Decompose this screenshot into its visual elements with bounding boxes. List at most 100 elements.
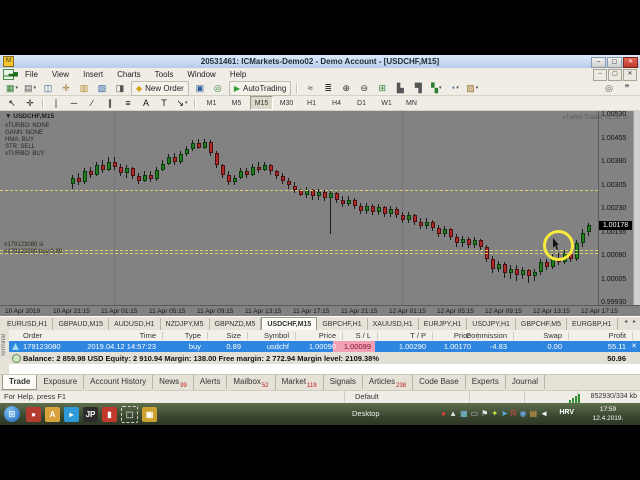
col-header-size[interactable]: Size bbox=[203, 331, 241, 340]
text-tool-icon[interactable]: A bbox=[138, 96, 154, 111]
col-header-tp[interactable]: T / P bbox=[378, 331, 426, 340]
new-chart-icon[interactable]: ▦▾ bbox=[4, 81, 20, 96]
col-header-price[interactable]: Price bbox=[286, 331, 336, 340]
col-header-type[interactable]: Type bbox=[161, 331, 201, 340]
telegram-app[interactable]: ▸ bbox=[64, 407, 79, 422]
terminal-tab-exposure[interactable]: Exposure bbox=[37, 375, 84, 389]
desktop-toolbar-label[interactable]: Desktop bbox=[352, 409, 380, 418]
arrows-tool-icon[interactable]: ↘▾ bbox=[174, 96, 190, 111]
templates-icon[interactable]: ▨▾ bbox=[464, 81, 480, 96]
symbol-tab-eurjpy[interactable]: EURJPY,H1 bbox=[419, 318, 468, 330]
menu-insert[interactable]: Insert bbox=[76, 68, 110, 81]
symbol-tab-gbpaud[interactable]: GBPAUD,M15 bbox=[53, 318, 109, 330]
timeframe-d1[interactable]: D1 bbox=[350, 96, 373, 110]
symbol-tab-xauusd[interactable]: XAUUSD,H1 bbox=[368, 318, 419, 330]
snip-app[interactable]: ⬚ bbox=[121, 406, 138, 423]
candlestick-plot[interactable]: #179123080 sl#179123080 buy 0.89 bbox=[0, 111, 599, 305]
terminal-tab-experts[interactable]: Experts bbox=[466, 375, 506, 389]
status-profile[interactable]: Default bbox=[345, 391, 470, 403]
terminal-tab-code-base[interactable]: Code Base bbox=[413, 375, 466, 389]
symbol-tab-eurusd[interactable]: EURUSD,H1 bbox=[2, 318, 53, 330]
search-icon[interactable]: ◎ bbox=[601, 81, 617, 96]
timeframe-mn[interactable]: MN bbox=[400, 96, 423, 110]
update-tray[interactable]: ▲ bbox=[449, 407, 457, 421]
order-row[interactable]: ✕ 1791230802019.04.12 14:57:23buy0.89usd… bbox=[9, 341, 640, 352]
channel-tool-icon[interactable]: ∥ bbox=[102, 96, 118, 111]
code-app[interactable]: JP bbox=[83, 407, 98, 422]
symbol-tab-audusd[interactable]: AUDUSD,H1 bbox=[109, 318, 160, 330]
chart-shift-icon[interactable]: ▚▾ bbox=[428, 81, 444, 96]
symbol-tab-usdjpy[interactable]: USDJPY,H1 bbox=[467, 318, 516, 330]
col-header-swap[interactable]: Swap bbox=[522, 331, 562, 340]
window-titlebar[interactable]: M 20531461: ICMarkets-Demo02 - Demo Acco… bbox=[0, 55, 640, 69]
symbol-tab-eurgbp[interactable]: EURGBP,H1 bbox=[567, 318, 618, 330]
menu-tools[interactable]: Tools bbox=[148, 68, 181, 81]
autotrading-button[interactable]: ▶AutoTrading bbox=[229, 81, 291, 96]
col-header-order[interactable]: Order bbox=[23, 331, 42, 340]
record-tray[interactable]: ● bbox=[441, 407, 446, 421]
minimize-button[interactable]: – bbox=[593, 69, 607, 81]
terminal-tab-journal[interactable]: Journal bbox=[506, 375, 545, 389]
tile-windows-icon[interactable]: ⊞ bbox=[374, 81, 390, 96]
metaeditor-icon[interactable]: ▣ bbox=[192, 81, 208, 96]
cursor-tool-icon[interactable]: ↖ bbox=[4, 96, 20, 111]
timeframe-w1[interactable]: W1 bbox=[375, 96, 398, 110]
menu-charts[interactable]: Charts bbox=[110, 68, 148, 81]
terminal-tab-account-history[interactable]: Account History bbox=[84, 375, 153, 389]
zoom-in-icon[interactable]: ⊕ bbox=[338, 81, 354, 96]
timeframe-h1[interactable]: H1 bbox=[300, 96, 323, 110]
trendline-tool-icon[interactable]: ∕ bbox=[84, 96, 100, 111]
symbol-tab-gbpchf[interactable]: GBPCHF,H1 bbox=[317, 318, 367, 330]
timeframe-m30[interactable]: M30 bbox=[275, 96, 298, 110]
language-indicator[interactable]: HRV bbox=[559, 409, 574, 416]
crosshair-tool-icon[interactable]: ✛ bbox=[22, 96, 38, 111]
cam-tray[interactable]: ◉ bbox=[520, 407, 527, 421]
chart-symbol-label[interactable]: ▼ USDCHF,M15 bbox=[5, 113, 54, 120]
arrange-1-icon[interactable]: ▙ bbox=[392, 81, 408, 96]
label-tool-icon[interactable]: T bbox=[156, 96, 172, 111]
symbol-tab-nzdjpy[interactable]: NZDJPY,M5 bbox=[161, 318, 210, 330]
menu-file[interactable]: File bbox=[18, 68, 45, 81]
chart-area[interactable]: #179123080 sl#179123080 buy 0.89 1.00530… bbox=[0, 111, 640, 316]
col-header-time[interactable]: Time bbox=[61, 331, 156, 340]
volume-tray[interactable]: ◄ bbox=[540, 407, 548, 421]
minimize-button[interactable]: – bbox=[591, 57, 606, 68]
menu-window[interactable]: Window bbox=[180, 68, 222, 81]
col-header-commission[interactable]: Commission bbox=[447, 331, 507, 340]
flag-tray[interactable]: ⚑ bbox=[481, 407, 488, 421]
close-button[interactable]: ✕ bbox=[623, 69, 637, 81]
editor-app[interactable]: A bbox=[45, 407, 60, 422]
profiles-icon[interactable]: ▤▾ bbox=[22, 81, 38, 96]
media-app[interactable]: ▮ bbox=[102, 407, 117, 422]
timeframe-h4[interactable]: H4 bbox=[325, 96, 348, 110]
price-axis[interactable]: 1.005301.004551.003801.003051.002301.001… bbox=[599, 111, 633, 316]
close-order-button[interactable]: ✕ bbox=[631, 342, 637, 350]
recorder-app[interactable]: ● bbox=[26, 407, 41, 422]
indicators-icon[interactable]: ≈ bbox=[302, 81, 318, 96]
symbol-tab-scroll[interactable]: ◂ ▸ bbox=[624, 318, 638, 325]
shield-tray[interactable]: ▦ bbox=[460, 407, 468, 421]
telegram-tray[interactable]: ➤ bbox=[501, 407, 508, 421]
taskbar-clock[interactable]: 17:59 12.4.2019. bbox=[580, 405, 636, 423]
monitor-tray[interactable]: ▭ bbox=[471, 407, 479, 421]
data-window-icon[interactable]: ✛ bbox=[58, 81, 74, 96]
menu-help[interactable]: Help bbox=[223, 68, 253, 81]
leaf-tray[interactable]: ✦ bbox=[491, 407, 498, 421]
objects-icon[interactable]: ≣ bbox=[320, 81, 336, 96]
menu-view[interactable]: View bbox=[45, 68, 76, 81]
timeframe-m1[interactable]: M1 bbox=[200, 96, 223, 110]
symbol-tab-usdchf[interactable]: USDCHF,M15 bbox=[261, 317, 317, 330]
col-header-profit[interactable]: Profit bbox=[578, 331, 626, 340]
horizontal-line-tool-icon[interactable]: ─ bbox=[66, 96, 82, 111]
close-button[interactable]: ✕ bbox=[623, 57, 638, 68]
market-watch-icon[interactable]: ◫ bbox=[40, 81, 56, 96]
fibonacci-tool-icon[interactable]: ≡ bbox=[120, 96, 136, 111]
periods-icon[interactable]: ◔▾ bbox=[446, 81, 462, 96]
maximize-button[interactable]: ▢ bbox=[608, 69, 622, 81]
symbol-tab-gbpchf[interactable]: GBPCHF,M5 bbox=[516, 318, 567, 330]
zoom-out-icon[interactable]: ⊖ bbox=[356, 81, 372, 96]
col-header-sl[interactable]: S / L bbox=[333, 331, 371, 340]
new-order-button[interactable]: ◆New Order bbox=[131, 81, 189, 96]
time-axis[interactable]: 10 Apr 201910 Apr 21:1511 Apr 01:1511 Ap… bbox=[0, 305, 640, 316]
r-tray[interactable]: R bbox=[511, 407, 517, 421]
